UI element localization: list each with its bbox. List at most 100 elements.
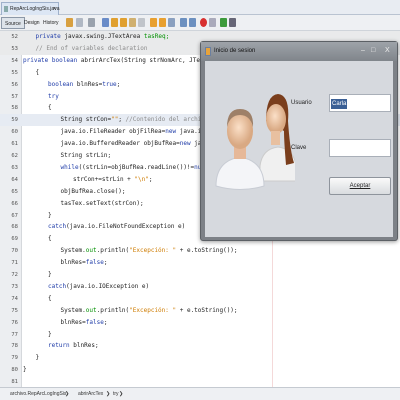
bookmark-icon[interactable] <box>138 18 145 27</box>
line-number: 69 <box>11 236 18 243</box>
close-tab-icon[interactable]: × <box>53 3 56 15</box>
code-token: } <box>48 211 52 219</box>
run-icon[interactable] <box>220 18 227 27</box>
code-text: java.io.FileReader objFilRea=new java.io… <box>61 126 224 138</box>
line-number: 66 <box>11 200 18 207</box>
toggle-highlight-icon[interactable] <box>129 18 136 27</box>
code-line[interactable]: 73 catch(java.io.IOException e) <box>0 281 400 293</box>
code-token: { <box>48 104 52 112</box>
login-dialog: Inicio de sesion ‒ □ X Usuario Carla Cla… <box>200 41 398 241</box>
history-tab[interactable]: History <box>40 17 62 29</box>
back-icon[interactable] <box>66 18 73 27</box>
code-token: { <box>35 68 40 76</box>
code-text: System.out.println("Excepción: " + e.toS… <box>61 245 238 257</box>
code-text: java.io.BufferedReader objBufRea=new jav… <box>61 138 224 150</box>
code-token: boolean <box>48 80 77 88</box>
code-text: private javax.swing.JTextArea tasReq; <box>36 31 170 43</box>
code-line[interactable]: 70 System.out.println("Excepción: " + e.t… <box>0 245 400 257</box>
code-line[interactable]: 72} <box>0 269 400 281</box>
user-label: Usuario <box>291 100 312 106</box>
code-token: true <box>102 80 117 88</box>
user-input[interactable]: Carla <box>329 94 391 112</box>
password-label: Clave <box>291 145 307 151</box>
code-token: } <box>35 354 40 362</box>
line-number: 62 <box>11 153 18 159</box>
code-token: String strLin; <box>60 152 112 159</box>
search-icon[interactable] <box>102 18 109 27</box>
line-number: 78 <box>11 343 18 350</box>
line-number: 53 <box>11 45 18 52</box>
diff-icon[interactable] <box>229 18 236 27</box>
maximize-button[interactable]: □ <box>371 46 375 56</box>
code-token: { <box>48 294 52 302</box>
code-text: while((strLin=objBufRea.readLine())!=nul… <box>61 162 213 174</box>
accept-button[interactable]: Aceptar <box>329 177 391 195</box>
code-token: + e.toString()); <box>176 247 238 255</box>
code-text: strCon+=strLin + "\n"; <box>73 174 153 186</box>
code-text: } <box>23 364 27 376</box>
history-nav-icon[interactable] <box>88 18 95 27</box>
close-button[interactable]: X <box>385 46 390 56</box>
code-token: false <box>85 259 104 267</box>
breadcrumb-method[interactable]: abrirArcTex <box>78 388 103 400</box>
line-number: 68 <box>11 224 18 231</box>
line-number: 56 <box>11 81 18 88</box>
code-line[interactable]: 75 System.out.println("Excepción: " + e.t… <box>0 305 400 317</box>
code-token: { <box>48 235 52 243</box>
line-number: 75 <box>11 307 18 314</box>
shift-right-icon[interactable] <box>159 18 166 27</box>
code-line[interactable]: 74 { <box>0 293 400 305</box>
uncomment-icon[interactable] <box>189 18 196 27</box>
dialog-title: Inicio de sesion <box>214 48 256 54</box>
breadcrumb-block[interactable]: try <box>113 388 119 400</box>
line-number: 52 <box>11 34 18 40</box>
code-token: ((strLin=objBufRea.readLine())!= <box>78 163 195 171</box>
code-text: { <box>36 67 40 79</box>
code-token: javax.swing.JTextArea <box>64 33 144 40</box>
code-token: java.io.BufferedReader objBufRea= <box>60 140 180 148</box>
code-text: tasTex.setText(strCon); <box>61 198 144 210</box>
code-text: objBufRea.close(); <box>61 186 126 198</box>
code-token: blnRes= <box>60 259 86 267</box>
code-line[interactable]: 71 blnRes=false; <box>0 257 400 269</box>
line-number: 70 <box>11 248 18 255</box>
code-token: while <box>60 163 79 171</box>
line-number: 60 <box>11 129 18 136</box>
line-number: 55 <box>11 69 18 76</box>
stop-macro-icon[interactable] <box>209 18 216 27</box>
find-next-icon[interactable] <box>120 18 127 27</box>
find-prev-icon[interactable] <box>111 18 118 27</box>
code-token: (java.io.IOException e) <box>66 282 150 290</box>
code-token: blnRes; <box>73 342 99 350</box>
code-token: "Excepción: " <box>129 247 177 255</box>
line-number: 71 <box>11 260 18 267</box>
shift-left-icon[interactable] <box>150 18 157 27</box>
code-token: "Excepción: " <box>129 306 177 314</box>
password-input[interactable] <box>329 139 391 157</box>
line-number: 74 <box>11 295 18 302</box>
code-line[interactable]: 79} <box>0 352 400 364</box>
minimize-button[interactable]: ‒ <box>361 46 365 56</box>
code-line[interactable]: 76 blnRes=false; <box>0 317 400 329</box>
comment-icon[interactable] <box>180 18 187 27</box>
code-line[interactable]: 77} <box>0 329 400 341</box>
code-token: .println( <box>96 247 130 255</box>
code-line[interactable]: 78 return blnRes; <box>0 340 400 352</box>
file-tab[interactable]: RepArcLogIngSis.java × <box>1 2 59 15</box>
breadcrumb-class[interactable]: archivo.RepArcLogIngSis <box>10 388 66 400</box>
code-text: { <box>48 293 52 305</box>
dialog-title-bar[interactable]: Inicio de sesion ‒ □ X <box>201 42 397 61</box>
code-token: catch <box>48 282 67 290</box>
code-token: tasReq; <box>143 33 170 40</box>
forward-icon[interactable] <box>76 18 83 27</box>
code-token: + e.toString()); <box>176 306 238 314</box>
record-macro-icon[interactable] <box>200 18 207 27</box>
code-token: objBufRea.close(); <box>60 187 126 195</box>
code-line[interactable]: 80} <box>0 364 400 376</box>
code-token: System. <box>60 306 86 314</box>
toggle-comment-icon[interactable] <box>168 18 175 27</box>
code-token: .println( <box>96 306 130 314</box>
code-token: private <box>35 33 65 40</box>
code-text: } <box>48 269 52 281</box>
line-number: 80 <box>11 367 18 374</box>
